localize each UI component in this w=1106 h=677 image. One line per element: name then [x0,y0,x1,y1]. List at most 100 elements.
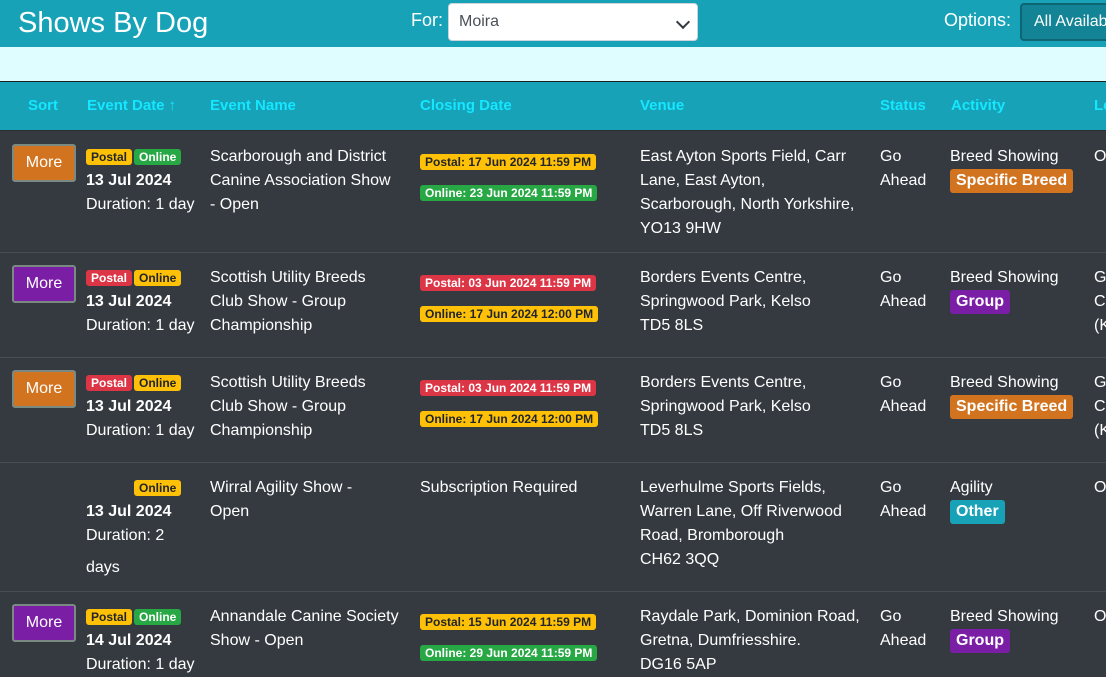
closing-cell: Postal: 15 Jun 2024 11:59 PM Online: 29 … [420,609,599,671]
online-closing-badge: Online: 29 Jun 2024 11:59 PM [420,644,598,661]
venue-line: Borders Events Centre, [640,269,807,286]
col-closing-date[interactable]: Closing Date [420,97,512,114]
event-name-line: Championship [210,317,313,334]
level-line: C [1094,398,1106,415]
status-line: Go [880,608,902,625]
level-cell: O [1094,605,1106,629]
more-button[interactable]: More [12,144,76,182]
event-name-line: Scottish Utility Breeds [210,374,366,391]
venue-line: East Ayton Sports Field, Carr [640,148,847,165]
venue-line: Lane, East Ayton, [640,172,766,189]
postal-badge: Postal [86,374,133,391]
postal-badge: Postal [86,608,133,625]
activity-badge: Group [950,290,1010,314]
venue-line: Springwood Park, Kelso [640,293,811,310]
level-cell: O [1094,476,1106,500]
status-line: Go [880,479,902,496]
event-duration: Duration: 1 day [86,656,195,673]
venue-line: Springwood Park, Kelso [640,398,811,415]
col-event-date-label: Event Date [87,97,165,114]
online-badge: Online [134,479,182,496]
event-name: Scottish Utility Breeds Club Show - Grou… [210,371,366,443]
closing-cell: Subscription Required [420,479,578,496]
level-line: (K [1094,317,1106,334]
event-name-line: Show - Open [210,632,304,649]
date-cell: Postal Online 14 Jul 2024 Duration: 1 day [86,605,195,677]
activity-badge: Specific Breed [950,169,1074,193]
col-level[interactable]: Le [1094,97,1106,114]
level-cell: G C (K [1094,266,1106,338]
col-event-name[interactable]: Event Name [210,97,296,114]
col-venue[interactable]: Venue [640,97,684,114]
online-closing-badge: Online: 17 Jun 2024 12:00 PM [420,305,599,322]
options-button[interactable]: All Available [1020,3,1106,41]
table-row: More Postal Online 13 Jul 2024 Duration: … [0,131,1106,253]
event-date: 13 Jul 2024 [86,172,172,189]
col-event-date[interactable]: Event Date ↑ [87,97,176,114]
activity-cell: Breed Showing Specific Breed [950,145,1074,193]
chevron-down-icon [675,14,691,30]
for-label: For: [411,10,444,30]
online-badge: Online [134,148,182,165]
activity-cell: Agility Other [950,476,1005,524]
event-date: 13 Jul 2024 [86,503,172,520]
activity-label: Breed Showing [950,608,1059,625]
col-activity[interactable]: Activity [951,97,1005,114]
event-name-line: Canine Association Show [210,172,391,189]
event-name-line: Wirral Agility Show - [210,479,353,496]
more-button[interactable]: More [12,265,76,303]
venue-line: Scarborough, North Yorkshire, [640,196,855,213]
event-name-line: Championship [210,422,313,439]
postal-badge: Postal [86,148,133,165]
status-line: Go [880,374,902,391]
more-button[interactable]: More [12,370,76,408]
more-button[interactable]: More [12,604,76,642]
activity-badge: Group [950,629,1010,653]
date-cell: Postal Online 13 Jul 2024 Duration: 1 day [86,266,195,338]
online-closing-badge: Online: 17 Jun 2024 12:00 PM [420,410,599,427]
event-name: Wirral Agility Show - Open [210,476,352,524]
postal-closing-badge: Postal: 03 Jun 2024 11:59 PM [420,274,597,291]
event-name-line: Club Show - Group [210,398,347,415]
closing-cell: Postal: 17 Jun 2024 11:59 PM Online: 23 … [420,149,599,211]
date-cell: Online 13 Jul 2024 Duration: 2 days [86,476,183,580]
event-duration: days [86,559,120,576]
col-status[interactable]: Status [880,97,926,114]
venue-line: Road, Bromborough [640,527,785,544]
table-header: Sort Event Date ↑ Event Name Closing Date… [0,82,1106,132]
table-row: More Postal Online 14 Jul 2024 Duration: … [0,592,1106,673]
activity-label: Breed Showing [950,269,1059,286]
closing-cell: Postal: 03 Jun 2024 11:59 PM Online: 17 … [420,375,600,437]
postal-closing-badge: Postal: 17 Jun 2024 11:59 PM [420,153,597,170]
venue-line: Leverhulme Sports Fields, [640,479,826,496]
online-badge: Online [134,374,182,391]
online-closing-badge: Online: 23 Jun 2024 11:59 PM [420,184,598,201]
event-name-line: Scarborough and District [210,148,387,165]
activity-cell: Breed Showing Group [950,266,1059,314]
dog-select[interactable]: Moira [448,3,698,41]
status-cell: Go Ahead [880,266,926,314]
activity-badge: Other [950,500,1005,524]
status-cell: Go Ahead [880,145,926,193]
event-name: Scottish Utility Breeds Club Show - Grou… [210,266,366,338]
event-duration: Duration: 1 day [86,422,195,439]
venue-line: Borders Events Centre, [640,374,807,391]
event-name-line: Open [210,503,250,520]
app-title: Shows By Dog [18,7,209,39]
event-name-line: - Open [210,196,259,213]
table-row: Online 13 Jul 2024 Duration: 2 days Wirr… [0,463,1106,592]
closing-cell: Postal: 03 Jun 2024 11:59 PM Online: 17 … [420,270,600,332]
options-label: Options: [944,10,1012,30]
status-line: Ahead [880,172,927,189]
event-name-line: Scottish Utility Breeds [210,269,366,286]
venue-line: Raydale Park, Dominion Road, [640,608,860,625]
level-cell: G C (K [1094,371,1106,443]
postal-badge: Postal [86,269,133,286]
status-cell: Go Ahead [880,371,926,419]
arrow-up-icon: ↑ [168,97,177,114]
activity-label: Agility [950,479,993,496]
date-cell: Postal Online 13 Jul 2024 Duration: 1 day [86,371,195,443]
level-cell: O [1094,145,1106,169]
activity-cell: Breed Showing Group [950,605,1059,653]
col-sort[interactable]: Sort [28,97,58,114]
